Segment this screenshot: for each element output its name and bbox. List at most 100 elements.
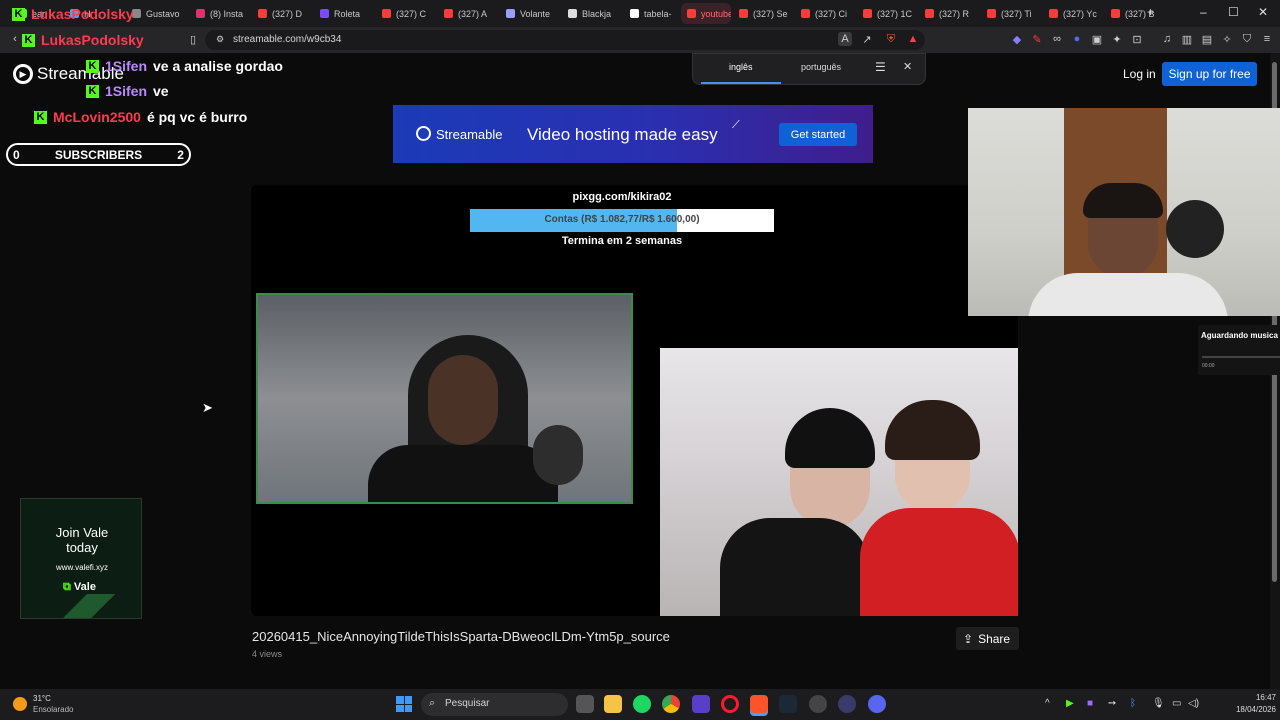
browser-tab[interactable]: Blackja <box>562 3 622 24</box>
browser-tab[interactable]: (327) 1C <box>857 3 917 24</box>
kick-badge-icon: K <box>12 7 25 21</box>
taskbar-search[interactable]: ⌕ Pesquisar <box>421 693 568 716</box>
banner-logo-text: Streamable <box>436 127 503 142</box>
microphone <box>533 425 583 485</box>
volume-icon[interactable]: ◁) <box>1188 698 1199 709</box>
translate-lang-portuguese[interactable]: português <box>801 62 841 72</box>
banner-tagline: Video hosting made easy <box>527 125 718 144</box>
vale-ad-brand: ⧉ Vale <box>63 581 96 594</box>
maximize-button[interactable]: ☐ <box>1228 5 1239 19</box>
get-started-button[interactable]: Get started <box>779 123 857 146</box>
kick-badge-icon: K <box>86 59 99 73</box>
back-icon[interactable]: ‹ <box>8 32 22 46</box>
screenshot-icon[interactable]: ⊡ <box>1130 32 1144 46</box>
bookmark-icon[interactable]: ▯ <box>186 32 200 46</box>
extensions-puzzle-icon[interactable]: ✦ <box>1110 32 1124 46</box>
wallet-icon[interactable]: ▤ <box>1200 32 1214 46</box>
media-icon[interactable]: ♫ <box>1160 32 1174 46</box>
extension-icon[interactable]: ● <box>1070 32 1084 46</box>
tab-label: (327) C <box>396 8 427 19</box>
brave-rewards-icon[interactable]: ▲ <box>906 32 920 46</box>
spotify-icon[interactable] <box>633 695 651 713</box>
discord-icon[interactable] <box>868 695 886 713</box>
browser-tab[interactable]: Roleta <box>314 3 374 24</box>
browser-tab[interactable]: (327) A <box>438 3 498 24</box>
extension-icon[interactable]: ∞ <box>1050 32 1064 46</box>
browser-tab[interactable]: (327) D <box>252 3 312 24</box>
leo-ai-icon[interactable]: ✧ <box>1220 32 1234 46</box>
microphone-icon[interactable]: 🎙︎ <box>1152 698 1165 709</box>
streamer-face <box>428 355 498 445</box>
browser-tab[interactable]: (327) Ci <box>795 3 855 24</box>
file-explorer-icon[interactable] <box>604 695 622 713</box>
weather-desc[interactable]: Ensolarado <box>33 705 73 714</box>
app-grid-icon[interactable] <box>692 695 710 713</box>
opera-icon[interactable] <box>721 695 739 713</box>
tray-app-icon[interactable]: ■ <box>1087 698 1093 709</box>
signup-button[interactable]: Sign up for free <box>1162 62 1257 86</box>
guest-hair-left <box>785 408 875 468</box>
steam-icon[interactable] <box>779 695 797 713</box>
video-title: 20260415_NiceAnnoyingTildeThisIsSparta-D… <box>252 629 670 644</box>
bluetooth-icon[interactable]: ᛒ <box>1130 698 1136 709</box>
tray-app-icon[interactable]: ▶ <box>1066 698 1074 709</box>
music-time: 00:00 <box>1202 363 1215 369</box>
share-button[interactable]: ⇪ Share <box>956 627 1019 650</box>
weather-temp[interactable]: 31°C <box>33 694 51 703</box>
tray-chevron-icon[interactable]: ^ <box>1045 698 1050 709</box>
browser-tab[interactable]: (8) Insta <box>190 3 250 24</box>
brave-icon[interactable] <box>750 695 768 713</box>
extension-icon[interactable]: ◆ <box>1010 32 1024 46</box>
doc-icon <box>630 9 639 18</box>
translate-close-icon[interactable]: ✕ <box>903 60 912 73</box>
browser-tab[interactable]: (327) C <box>376 3 436 24</box>
url-field[interactable]: streamable.com/w9cb34 <box>205 30 925 50</box>
pix-url: pixgg.com/kikira02 <box>572 191 672 203</box>
music-widget: Aguardando musica 00:00 <box>1198 325 1280 375</box>
network-icon[interactable]: ▭ <box>1172 698 1181 709</box>
translate-lang-english[interactable]: inglês <box>729 62 753 72</box>
tab-label: (327) D <box>272 8 303 19</box>
roleta-icon <box>320 9 329 18</box>
close-window-button[interactable]: ✕ <box>1258 5 1268 19</box>
translate-menu-icon[interactable]: ☰ <box>875 60 886 74</box>
chat-message: K 1Sifen ve a analise gordao <box>86 58 283 74</box>
extension-icon[interactable]: ▣ <box>1090 32 1104 46</box>
vpn-icon[interactable]: ⛉ <box>1240 32 1254 46</box>
new-tab-button[interactable]: + <box>1147 5 1154 19</box>
guest-webcam <box>660 348 1018 616</box>
clock-date[interactable]: 18/04/2026 <box>1206 705 1276 714</box>
browser-tab[interactable]: (327) Ti <box>981 3 1041 24</box>
guest-shirt-right <box>860 508 1018 616</box>
windows-start-icon[interactable] <box>396 696 412 712</box>
browser-tab[interactable]: (327) Se <box>733 3 793 24</box>
app-icon[interactable] <box>838 695 856 713</box>
share-page-icon[interactable]: ↗ <box>860 32 874 46</box>
browser-tab[interactable]: (327) Yc <box>1043 3 1103 24</box>
tab-label: (8) Insta <box>210 8 244 19</box>
browser-tab[interactable]: (327) R <box>919 3 979 24</box>
minimize-button[interactable]: – <box>1200 5 1207 19</box>
clock-time[interactable]: 16:47 <box>1216 693 1276 702</box>
vale-ad[interactable]: Join Vale today www.valefi.xyz ⧉ Vale <box>20 498 142 619</box>
sidebar-icon[interactable]: ▥ <box>1180 32 1194 46</box>
login-link[interactable]: Log in <box>1123 67 1156 81</box>
browser-tab[interactable]: tabela- <box>624 3 679 24</box>
site-info-icon[interactable]: ⚙ <box>213 32 227 46</box>
tray-app-icon[interactable]: ➙ <box>1108 698 1116 709</box>
brave-shield-icon[interactable]: ⛨ <box>884 32 898 46</box>
app-icon[interactable] <box>809 695 827 713</box>
browser-tab[interactable]: Volante <box>500 3 560 24</box>
menu-icon[interactable]: ≡ <box>1260 32 1274 46</box>
youtube-icon <box>801 9 810 18</box>
chrome-icon[interactable] <box>662 695 680 713</box>
mouse-cursor-icon: ➤ <box>202 400 213 415</box>
vale-logo-icon: ⧉ <box>63 581 74 593</box>
translate-icon[interactable]: A <box>838 32 852 46</box>
browser-tab[interactable]: youtube <box>681 3 731 24</box>
browser-tab[interactable]: Gustavo <box>126 3 188 24</box>
extension-icon[interactable]: ✎ <box>1030 32 1044 46</box>
task-view-icon[interactable] <box>576 695 594 713</box>
streamable-logo-icon: ▶ <box>13 64 33 84</box>
sun-icon <box>13 697 27 711</box>
